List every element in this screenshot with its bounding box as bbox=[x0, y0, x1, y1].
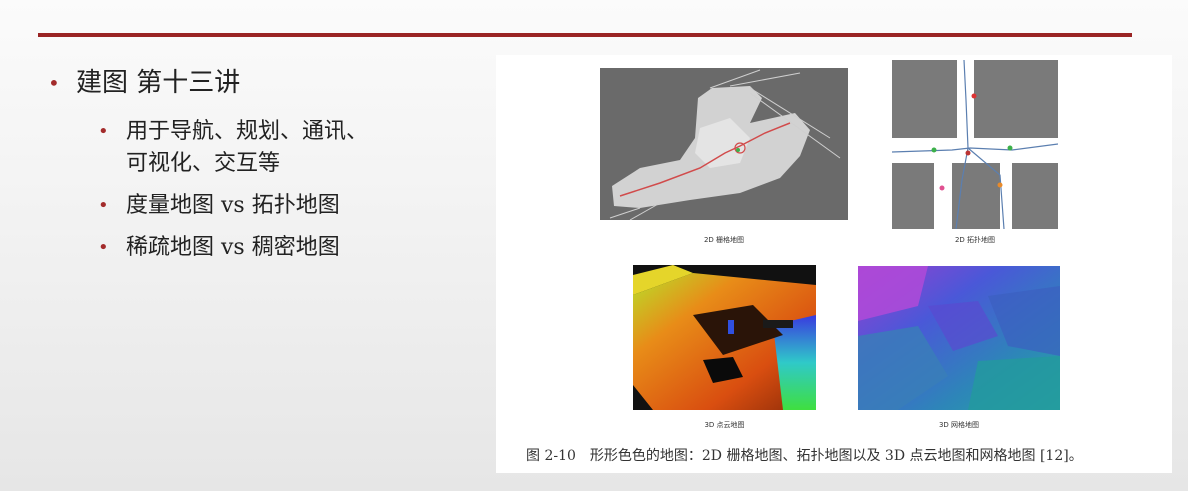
figure-sublabel: 2D 拓扑地图 bbox=[954, 236, 996, 244]
bullet-dot: • bbox=[98, 121, 109, 142]
bullet-text: 度量地图 vs 拓扑地图 bbox=[126, 193, 340, 218]
bullet-text-line1: 用于导航、规划、通讯、 bbox=[126, 119, 369, 144]
bullet-level2: • 稀疏地图 vs 稠密地图 bbox=[98, 232, 476, 264]
point-cloud-map-image bbox=[633, 265, 816, 410]
figure-caption: 图 2-10 形形色色的地图：2D 栅格地图、拓扑地图以及 3D 点云地图和网格… bbox=[526, 448, 1083, 464]
figure-sublabel: 2D 栅格地图 bbox=[703, 236, 745, 244]
mesh-map-image bbox=[858, 266, 1060, 410]
figure-panel: 2D 栅格地图 2D 拓扑地图 3D 点云地图 3D 网格地图 图 2-10 形… bbox=[496, 55, 1172, 473]
bullet-level1: • 建图 第十三讲 bbox=[46, 66, 476, 100]
bullet-list: • 建图 第十三讲 • 用于导航、规划、通讯、 可视化、交互等 • 度量地图 v… bbox=[46, 66, 476, 264]
topo-map-image bbox=[892, 60, 1058, 229]
bullet-level2: • 用于导航、规划、通讯、 可视化、交互等 bbox=[98, 116, 476, 180]
figure-sublabel: 3D 点云地图 bbox=[704, 421, 745, 429]
figure-sublabel: 3D 网格地图 bbox=[938, 421, 980, 429]
bullet-text: 稀疏地图 vs 稠密地图 bbox=[126, 235, 340, 260]
bullet-dot: • bbox=[48, 71, 60, 95]
bullet-text: 建图 第十三讲 bbox=[76, 68, 241, 98]
grid-map-image bbox=[600, 68, 848, 220]
bullet-level2: • 度量地图 vs 拓扑地图 bbox=[98, 190, 476, 222]
bullet-dot: • bbox=[98, 237, 109, 258]
bullet-text-line2: 可视化、交互等 bbox=[126, 151, 281, 176]
title-divider bbox=[38, 33, 1132, 37]
bullet-dot: • bbox=[98, 195, 109, 216]
